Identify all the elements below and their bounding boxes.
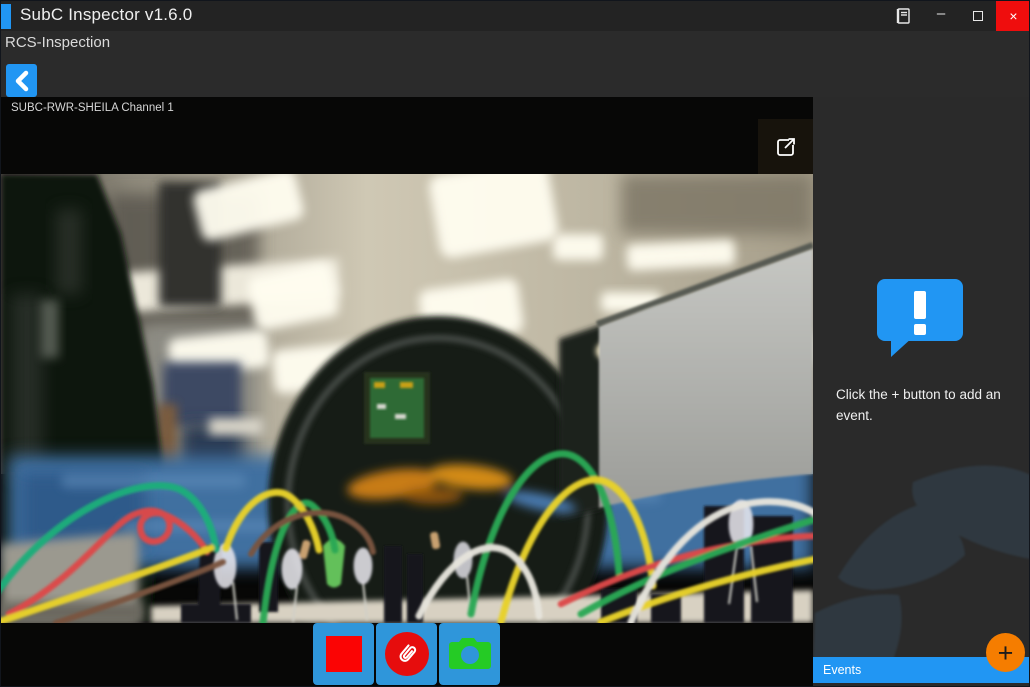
- video-feed: [1, 174, 813, 623]
- titlebar: SubC Inspector v1.6.0 – ×: [1, 1, 1030, 31]
- events-header-label: Events: [823, 663, 861, 677]
- video-toolbar: [313, 623, 503, 685]
- stop-record-button[interactable]: [313, 623, 374, 685]
- alert-bubble-icon: [877, 279, 963, 357]
- open-external-icon: [774, 135, 798, 159]
- events-panel: Click the + button to add an event. Even…: [813, 97, 1030, 687]
- video-panel: SUBC-RWR-SHEILA Channel 1: [1, 97, 813, 687]
- open-external-button[interactable]: [758, 119, 813, 174]
- close-button[interactable]: ×: [996, 1, 1030, 31]
- attach-file-button[interactable]: [376, 623, 437, 685]
- log-journal-icon[interactable]: [885, 1, 921, 31]
- attach-circle: [385, 632, 429, 676]
- maximize-button[interactable]: [961, 1, 995, 31]
- app-logo-icon: [1, 4, 11, 29]
- maximize-icon: [973, 11, 983, 21]
- camera-icon: [447, 637, 493, 671]
- chevron-left-icon: [12, 70, 32, 92]
- channel-label: SUBC-RWR-SHEILA Channel 1: [11, 102, 174, 114]
- minimize-button[interactable]: –: [923, 1, 959, 31]
- stop-record-icon: [326, 636, 362, 672]
- app-window: SubC Inspector v1.6.0 – × RCS-Inspection…: [0, 0, 1030, 687]
- back-button[interactable]: [6, 64, 37, 97]
- project-name: RCS-Inspection: [5, 34, 110, 51]
- paperclip-icon: [388, 636, 425, 673]
- snapshot-button[interactable]: [439, 623, 500, 685]
- window-title: SubC Inspector v1.6.0: [20, 5, 192, 25]
- events-empty-state: Click the + button to add an event.: [836, 385, 1012, 427]
- add-event-button[interactable]: +: [986, 633, 1025, 672]
